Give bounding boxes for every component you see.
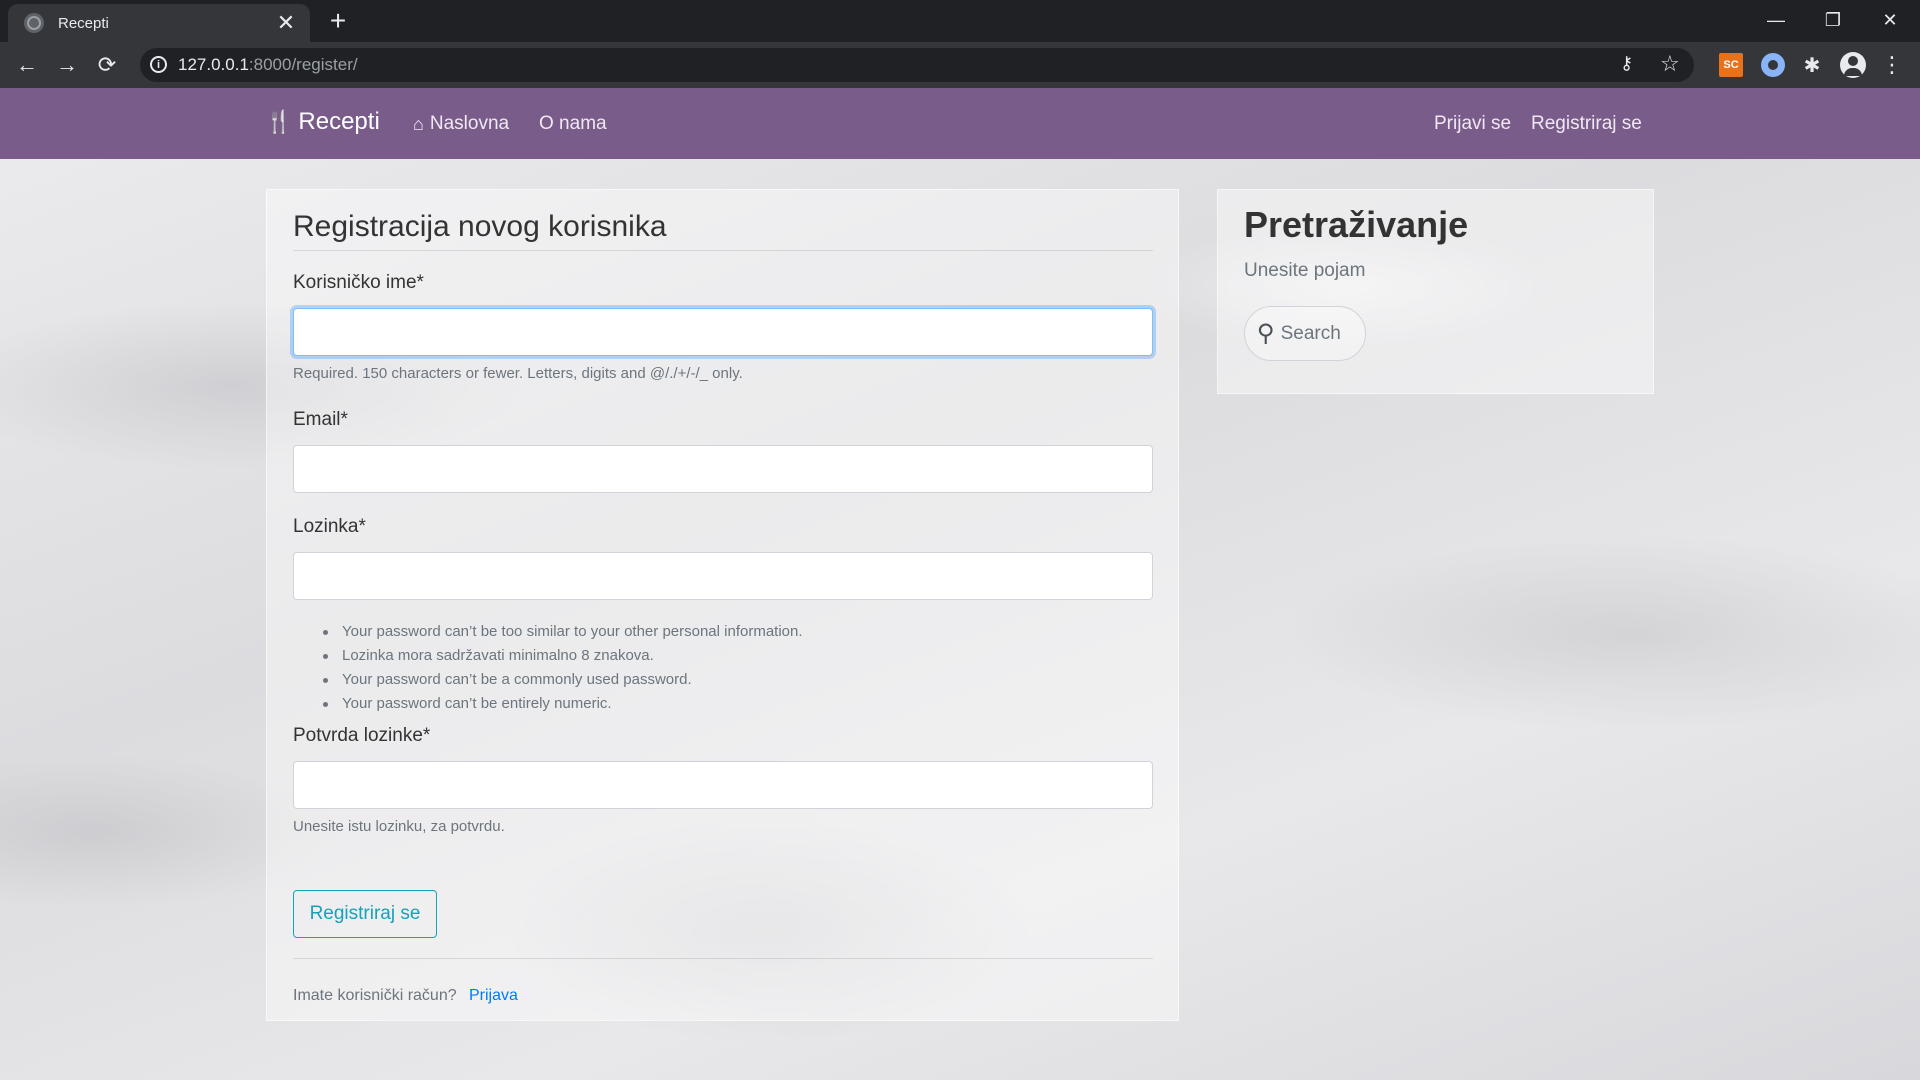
browser-toolbar: ← → ⟳ i 127.0.0.1:8000/register/ ⚷ ☆ SC … bbox=[0, 42, 1920, 88]
nav-link-prijavi-se[interactable]: Prijavi se bbox=[1434, 113, 1511, 135]
site-navbar: 🍴 Recepti ⌂ Naslovna O nama Prijavi se R… bbox=[0, 88, 1920, 159]
key-icon[interactable]: ⚷ bbox=[1620, 53, 1633, 74]
search-title: Pretraživanje bbox=[1244, 204, 1469, 245]
forward-icon[interactable]: → bbox=[51, 49, 83, 81]
username-label: Korisničko ime* bbox=[293, 272, 424, 293]
search-subtitle: Unesite pojam bbox=[1244, 260, 1366, 281]
back-icon[interactable]: ← bbox=[11, 49, 43, 81]
list-item: Lozinka mora sadržavati minimalno 8 znak… bbox=[317, 644, 803, 668]
cutlery-icon: 🍴 bbox=[265, 109, 293, 134]
confirm-password-label: Potvrda lozinke* bbox=[293, 725, 431, 746]
restore-icon[interactable]: ❐ bbox=[1805, 0, 1861, 40]
title-divider bbox=[293, 250, 1153, 251]
menu-icon[interactable]: ⋮ bbox=[1880, 53, 1904, 77]
close-window-icon[interactable]: ✕ bbox=[1862, 0, 1918, 40]
star-icon[interactable]: ☆ bbox=[1660, 51, 1680, 77]
email-input[interactable] bbox=[293, 445, 1153, 493]
search-placeholder: Search bbox=[1280, 322, 1341, 344]
password-input[interactable] bbox=[293, 552, 1153, 600]
url-text[interactable]: 127.0.0.1:8000/register/ bbox=[178, 55, 358, 75]
email-label: Email* bbox=[293, 409, 348, 430]
new-tab-button[interactable]: + bbox=[322, 6, 354, 38]
nav-link-registriraj-se[interactable]: Registriraj se bbox=[1531, 113, 1642, 135]
password-label: Lozinka* bbox=[293, 516, 366, 537]
brand-label: Recepti bbox=[298, 108, 380, 135]
puzzle-icon[interactable]: ✱ bbox=[1800, 53, 1824, 77]
register-button[interactable]: Registriraj se bbox=[293, 890, 437, 938]
address-bar[interactable]: i 127.0.0.1:8000/register/ ⚷ ☆ bbox=[140, 48, 1694, 82]
browser-tabstrip: Recepti ✕ + — ❐ ✕ bbox=[0, 0, 1920, 42]
brand-link[interactable]: 🍴 Recepti bbox=[265, 108, 380, 136]
search-card: Pretraživanje Unesite pojam ⚲ Search bbox=[1217, 189, 1654, 394]
nav-link-label: Naslovna bbox=[429, 113, 510, 134]
nav-link-naslovna[interactable]: ⌂ Naslovna bbox=[413, 113, 509, 135]
url-host: 127.0.0.1 bbox=[178, 55, 249, 74]
profile-avatar-icon[interactable] bbox=[1840, 52, 1866, 78]
minimize-icon[interactable]: — bbox=[1748, 0, 1804, 40]
tab-title: Recepti bbox=[58, 14, 109, 32]
registration-card: Registracija novog korisnika Korisničko … bbox=[266, 189, 1179, 1021]
password-help-list: Your password can’t be too similar to yo… bbox=[317, 620, 803, 716]
nav-link-o-nama[interactable]: O nama bbox=[539, 113, 607, 135]
login-link[interactable]: Prijava bbox=[469, 987, 518, 1005]
reload-icon[interactable]: ⟳ bbox=[91, 49, 123, 81]
globe-icon bbox=[24, 13, 44, 33]
page-title: Registracija novog korisnika bbox=[293, 210, 667, 243]
close-tab-icon[interactable]: ✕ bbox=[274, 11, 298, 35]
confirm-password-input[interactable] bbox=[293, 761, 1153, 809]
browser-tab[interactable]: Recepti ✕ bbox=[8, 4, 310, 42]
info-icon[interactable]: i bbox=[150, 56, 167, 73]
extension-circle-icon[interactable] bbox=[1761, 53, 1785, 77]
username-help: Required. 150 characters or fewer. Lette… bbox=[293, 365, 743, 382]
list-item: Your password can’t be entirely numeric. bbox=[317, 692, 803, 716]
list-item: Your password can’t be a commonly used p… bbox=[317, 668, 803, 692]
search-icon: ⚲ bbox=[1257, 320, 1275, 347]
login-prompt-text: Imate korisnički račun? bbox=[293, 987, 457, 1004]
url-path: :8000/register/ bbox=[248, 55, 358, 74]
confirm-password-help: Unesite istu lozinku, za potvrdu. bbox=[293, 818, 505, 835]
username-input[interactable] bbox=[293, 308, 1153, 356]
page-viewport: 🍴 Recepti ⌂ Naslovna O nama Prijavi se R… bbox=[0, 88, 1920, 1080]
list-item: Your password can’t be too similar to yo… bbox=[317, 620, 803, 644]
extension-sc-icon[interactable]: SC bbox=[1719, 53, 1743, 77]
footer-divider bbox=[293, 958, 1153, 959]
search-input[interactable]: ⚲ Search bbox=[1244, 306, 1366, 361]
home-icon: ⌂ bbox=[413, 113, 424, 134]
